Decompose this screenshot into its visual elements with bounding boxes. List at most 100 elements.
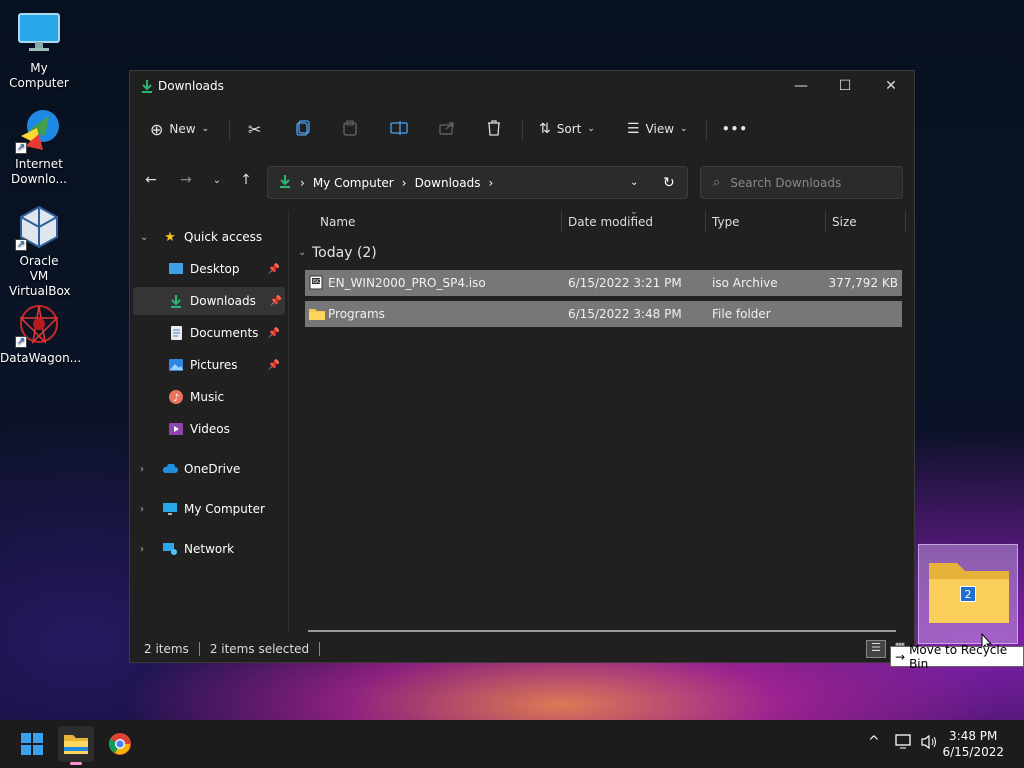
file-date: 6/15/2022 3:21 PM xyxy=(568,276,682,290)
sort-indicator-icon: ⌄ xyxy=(630,207,638,217)
close-button[interactable]: ✕ xyxy=(868,71,914,101)
nav-network-label: Network xyxy=(184,542,235,556)
breadcrumb-downloads[interactable]: Downloads xyxy=(415,176,481,190)
cut-button[interactable]: ✂ xyxy=(248,115,261,143)
pin-icon: 📌 xyxy=(267,263,280,275)
nav-my-computer[interactable]: › My Computer xyxy=(130,495,286,523)
volume-icon[interactable] xyxy=(920,734,938,754)
nav-videos[interactable]: Videos xyxy=(130,415,286,443)
address-dropdown-button[interactable]: ⌄ xyxy=(630,177,638,188)
search-input[interactable]: Search Downloads xyxy=(730,176,841,190)
column-header-size[interactable]: Size xyxy=(832,215,857,229)
search-box[interactable]: ⌕ Search Downloads xyxy=(700,166,903,199)
recent-locations-button[interactable]: ⌄ xyxy=(206,169,228,191)
file-name: EN_WIN2000_PRO_SP4.iso xyxy=(328,276,486,290)
desktop-icon-virtualbox[interactable]: ↗ Oracle VM VirtualBox xyxy=(0,203,78,299)
arrow-right-icon: → xyxy=(895,649,906,664)
file-type: iso Archive xyxy=(712,276,778,290)
nav-desktop[interactable]: Desktop 📌 xyxy=(130,255,286,283)
nav-downloads[interactable]: Downloads 📌 xyxy=(133,287,285,315)
active-app-indicator xyxy=(70,762,82,765)
nav-music[interactable]: ♪ Music xyxy=(130,383,286,411)
downloads-icon xyxy=(140,79,154,96)
address-bar[interactable]: › My Computer › Downloads › ⌄ ↻ xyxy=(267,166,688,199)
shortcut-arrow-icon: ↗ xyxy=(15,142,27,154)
network-icon[interactable] xyxy=(895,734,913,754)
maximize-button[interactable]: ☐ xyxy=(822,71,868,101)
breadcrumb-separator: › xyxy=(300,175,305,190)
desktop-icon-datawagon[interactable]: ↗ DataWagon... xyxy=(0,300,82,366)
show-hidden-icons-button[interactable]: ^ xyxy=(868,734,880,750)
shortcut-arrow-icon: ↗ xyxy=(15,336,27,348)
nav-onedrive-label: OneDrive xyxy=(184,462,241,476)
details-view-button[interactable]: ☰ xyxy=(866,640,886,658)
windows-logo-icon xyxy=(21,733,43,755)
column-header-type[interactable]: Type xyxy=(712,215,740,229)
view-icon: ☰ xyxy=(627,121,640,137)
nav-network[interactable]: › Network xyxy=(130,535,286,563)
start-button[interactable] xyxy=(14,726,50,762)
desktop-icon-label: Oracle VM VirtualBox xyxy=(9,254,71,298)
sort-button[interactable]: ⇅ Sort ⌄ xyxy=(539,115,595,143)
pin-icon: 📌 xyxy=(267,359,280,371)
paste-button[interactable] xyxy=(343,115,357,143)
picture-icon xyxy=(168,357,184,373)
new-button[interactable]: ⊕ New ⌄ xyxy=(150,115,209,143)
nav-documents[interactable]: Documents 📌 xyxy=(130,319,286,347)
taskbar-file-explorer[interactable] xyxy=(58,726,94,765)
drag-preview: 2 xyxy=(918,544,1018,651)
breadcrumb-separator: › xyxy=(401,175,407,190)
refresh-button[interactable]: ↻ xyxy=(663,175,675,191)
status-selected-count: 2 items selected xyxy=(209,642,310,656)
nav-item-label: Pictures xyxy=(190,358,238,372)
taskbar-chrome[interactable] xyxy=(102,726,138,762)
file-row[interactable]: Programs 6/15/2022 3:48 PM File folder xyxy=(305,301,902,327)
system-clock[interactable]: 3:48 PM 6/15/2022 xyxy=(942,728,1004,760)
rename-button[interactable] xyxy=(390,115,408,143)
share-button[interactable] xyxy=(439,115,455,143)
trash-icon xyxy=(487,119,501,139)
group-header-today[interactable]: Today (2) xyxy=(312,245,377,261)
rename-icon xyxy=(390,120,408,138)
pane-divider[interactable] xyxy=(288,211,289,633)
chevron-down-icon: ⌄ xyxy=(140,231,149,243)
back-button[interactable]: ← xyxy=(140,169,162,191)
group-collapse-icon[interactable]: ⌄ xyxy=(298,247,306,258)
monitor-icon xyxy=(162,501,178,517)
search-icon: ⌕ xyxy=(713,175,721,190)
nav-item-label: Music xyxy=(190,390,225,404)
desktop-icon-internet-download-manager[interactable]: ↗ Internet Downlo... xyxy=(0,106,78,187)
file-row[interactable]: ISO EN_WIN2000_PRO_SP4.iso 6/15/2022 3:2… xyxy=(305,270,902,296)
forward-button[interactable]: → xyxy=(175,169,197,191)
nav-onedrive[interactable]: › OneDrive xyxy=(130,455,286,483)
copy-icon xyxy=(296,119,310,139)
nav-quick-access[interactable]: ⌄ ★ Quick access xyxy=(130,223,286,251)
chrome-icon xyxy=(108,733,131,755)
column-header-date-modified[interactable]: Date modified xyxy=(568,215,653,229)
title-bar[interactable]: Downloads — ☐ ✕ xyxy=(130,71,914,103)
column-header-name[interactable]: Name xyxy=(320,215,355,229)
status-item-count: 2 items xyxy=(144,642,189,656)
copy-button[interactable] xyxy=(296,115,310,143)
more-options-button[interactable]: ••• xyxy=(722,115,748,143)
desktop-icon-label: DataWagon... xyxy=(0,351,82,365)
drag-tooltip: → Move to Recycle Bin xyxy=(890,643,1024,671)
horizontal-scrollbar[interactable] xyxy=(308,630,896,632)
desktop-icon-label: Internet Downlo... xyxy=(11,157,67,186)
shortcut-arrow-icon: ↗ xyxy=(15,239,27,251)
file-explorer-window: Downloads — ☐ ✕ ⊕ New ⌄ ✂ ⇅ Sort ⌄ ☰ Vie… xyxy=(129,70,915,663)
video-icon xyxy=(168,421,184,437)
nav-pictures[interactable]: Pictures 📌 xyxy=(130,351,286,379)
folder-icon xyxy=(308,307,326,324)
desktop-icon-my-computer[interactable]: My Computer xyxy=(0,10,78,91)
breadcrumb-my-computer[interactable]: My Computer xyxy=(313,176,394,190)
up-button[interactable]: ↑ xyxy=(235,169,257,191)
file-name: Programs xyxy=(328,307,385,321)
datawagon-icon: ↗ xyxy=(15,300,63,348)
view-button[interactable]: ☰ View ⌄ xyxy=(627,115,688,143)
paste-icon xyxy=(343,120,357,139)
sort-button-label: Sort xyxy=(556,122,582,136)
command-bar: ⊕ New ⌄ ✂ ⇅ Sort ⌄ ☰ View ⌄ ••• xyxy=(130,105,914,153)
minimize-button[interactable]: — xyxy=(778,71,824,101)
delete-button[interactable] xyxy=(487,115,501,143)
